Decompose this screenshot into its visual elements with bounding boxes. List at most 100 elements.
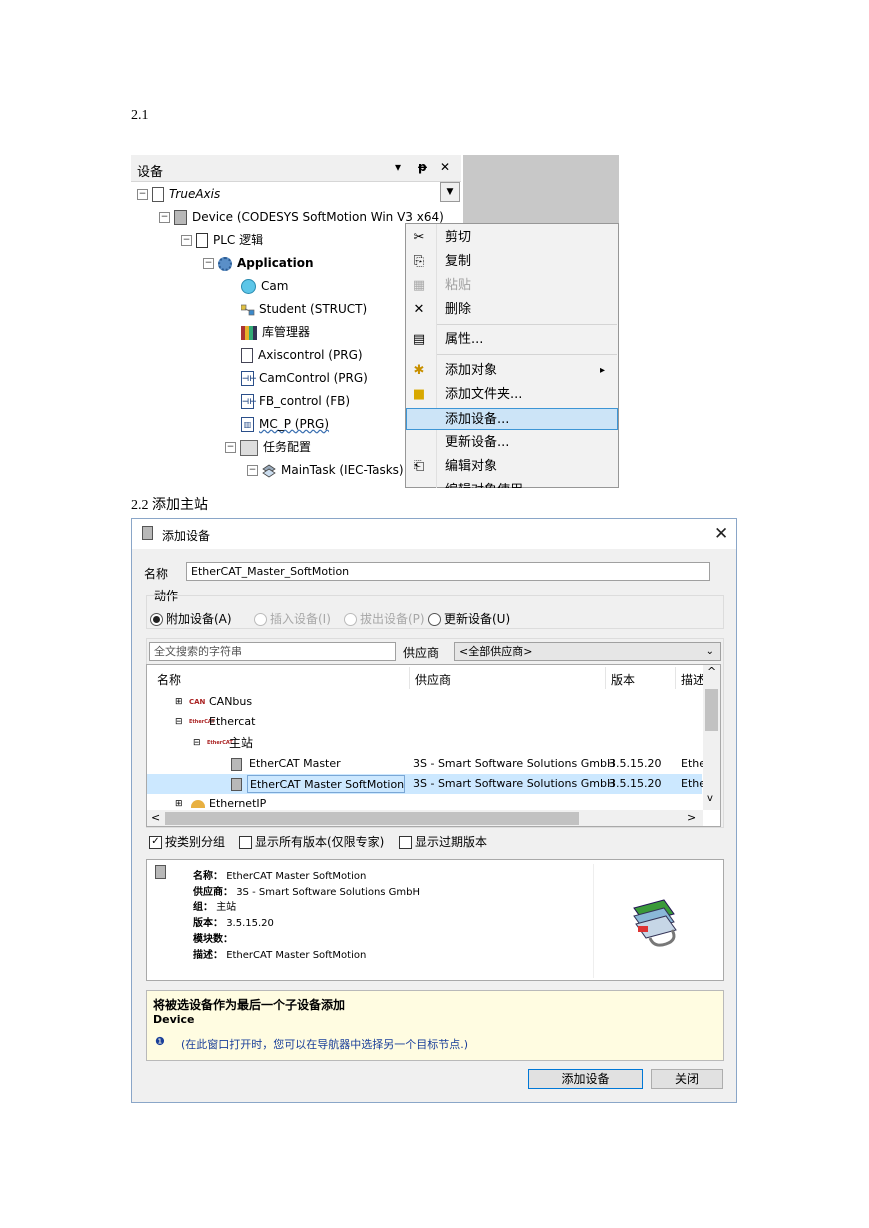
- checkbox-group-by-category[interactable]: ✓ 按类别分组: [149, 833, 225, 850]
- checkbox-show-outdated[interactable]: 显示过期版本: [399, 833, 487, 850]
- note-device: Device: [153, 1013, 195, 1026]
- close-button[interactable]: 关闭: [651, 1069, 723, 1089]
- context-menu: ✂ 剪切 ⎘ 复制 ▦ 粘贴 ✕ 删除 ▤ 属性... ✱ 添加对象 ▸ ■ 添加文件夹... …: [405, 223, 619, 488]
- device-list: 名称 供应商 版本 描述 ⊞ CAN CANbus ⊟ EtherCAT Eth…: [146, 664, 721, 827]
- note-title: 将被选设备作为最后一个子设备添加: [153, 998, 346, 1012]
- tree-node-task-config[interactable]: − 任务配置: [225, 437, 311, 457]
- radio-append-device[interactable]: 附加设备(A): [150, 610, 232, 627]
- copy-icon: ⎘: [413, 254, 425, 269]
- info-modules: 模块数：: [193, 934, 233, 945]
- device-panel-screenshot: 设备 ▾ ᵽ ✕ ▼ − TrueAxis − Device (CODESYS So…: [131, 155, 619, 488]
- menu-item-delete[interactable]: ✕ 删除: [406, 299, 618, 321]
- add-object-icon: ✱: [413, 363, 425, 378]
- menu-item-update-device[interactable]: 更新设备...: [406, 432, 618, 454]
- list-item-ethercat-master[interactable]: EtherCAT Master 3S - Smart Software Solu…: [147, 754, 706, 774]
- list-vertical-scrollbar[interactable]: ^ v: [703, 665, 720, 810]
- list-item-canbus[interactable]: ⊞ CAN CANbus: [147, 692, 702, 712]
- column-header-vendor[interactable]: 供应商: [415, 671, 451, 688]
- paste-icon: ▦: [412, 278, 426, 293]
- heading-2-1: 2.1: [131, 108, 149, 123]
- info-description: 描述： EtherCAT Master SoftMotion: [193, 950, 367, 961]
- heading-2-2: 2.2 添加主站: [131, 498, 208, 513]
- scissors-icon: ✂: [413, 230, 425, 245]
- info-version: 版本： 3.5.15.20: [193, 918, 274, 929]
- device-preview-image: [593, 864, 712, 978]
- task-icon: [262, 464, 276, 478]
- dialog-title: 添加设备: [162, 529, 211, 543]
- tree-node-device[interactable]: − Device (CODESYS SoftMotion Win V3 x64): [159, 207, 444, 227]
- list-item-ethercat-master-softmotion[interactable]: EtherCAT Master SoftMotion 3S - Smart So…: [147, 774, 706, 794]
- edit-object-icon: ⎗: [413, 459, 425, 474]
- column-header-name[interactable]: 名称: [157, 671, 181, 688]
- tree-node-library-manager[interactable]: 库管理器: [241, 322, 310, 342]
- info-icon: ❶: [155, 1035, 165, 1048]
- folder-icon: ■: [412, 387, 426, 402]
- checkbox-show-all-versions[interactable]: 显示所有版本(仅限专家): [239, 833, 384, 850]
- device-icon: [142, 526, 153, 540]
- device-icon: [231, 758, 242, 771]
- info-vendor: 供应商： 3S - Smart Software Solutions GmbH: [193, 887, 421, 898]
- tree-node-plc-logic[interactable]: − PLC 逻辑: [181, 230, 263, 250]
- ethernetip-icon: [191, 800, 205, 808]
- note-panel: 将被选设备作为最后一个子设备添加 Device ❶ (在此窗口打开时，您可以在导…: [146, 990, 724, 1061]
- library-books-icon: [241, 325, 257, 340]
- add-device-dialog: 添加设备 ✕ 名称 EtherCAT_Master_SoftMotion 动作 …: [131, 518, 737, 1103]
- tree-node-camcontrol[interactable]: ⊣⊢ CamControl (PRG): [241, 368, 368, 388]
- menu-item-properties[interactable]: ▤ 属性...: [406, 329, 618, 351]
- column-header-description[interactable]: 描述: [681, 671, 705, 688]
- panel-scroll-down-icon[interactable]: ▼: [440, 182, 460, 202]
- fulltext-search-input[interactable]: 全文搜索的字符串: [149, 642, 396, 661]
- menu-item-edit-object-with[interactable]: 编辑对象使用...: [406, 480, 618, 488]
- tree-node-trueaxis[interactable]: − TrueAxis: [137, 184, 220, 204]
- tree-node-mc-p[interactable]: ▥ MC_P (PRG): [241, 414, 329, 434]
- plc-logic-icon: [196, 233, 208, 248]
- device-info-panel: 名称： EtherCAT Master SoftMotion 供应商： 3S -…: [146, 859, 724, 981]
- radio-plug-device[interactable]: 拔出设备(P): [344, 610, 425, 627]
- device-icon: [155, 865, 166, 879]
- tree-node-axiscontrol[interactable]: Axiscontrol (PRG): [241, 345, 363, 365]
- program-ld-icon: ⊣⊢: [241, 371, 257, 386]
- menu-item-add-folder[interactable]: ■ 添加文件夹...: [406, 384, 618, 406]
- struct-icon: [240, 303, 255, 316]
- name-label: 名称: [144, 567, 169, 581]
- dialog-titlebar: 添加设备 ✕: [132, 519, 736, 549]
- tree-node-maintask[interactable]: − MainTask (IEC-Tasks): [247, 460, 404, 480]
- panel-pin-icon[interactable]: ᵽ: [418, 160, 427, 174]
- function-block-icon: ⊣⊢: [241, 394, 257, 409]
- list-item-master-group[interactable]: ⊟ EtherCAT 主站: [147, 733, 702, 753]
- add-device-button[interactable]: 添加设备: [528, 1069, 643, 1089]
- menu-item-paste[interactable]: ▦ 粘贴: [406, 275, 618, 297]
- panel-close-icon[interactable]: ✕: [440, 160, 450, 174]
- list-item-ethercat[interactable]: ⊟ EtherCAT Ethercat: [147, 712, 702, 732]
- menu-item-add-device[interactable]: 添加设备...: [406, 408, 618, 430]
- chevron-down-icon: ⌄: [705, 646, 714, 657]
- application-gear-icon: [218, 256, 232, 271]
- project-icon: [152, 187, 164, 202]
- tree-node-student[interactable]: Student (STRUCT): [240, 299, 367, 319]
- tree-node-fb-control[interactable]: ⊣⊢ FB_control (FB): [241, 391, 350, 411]
- radio-insert-device[interactable]: 插入设备(I): [254, 610, 331, 627]
- menu-item-add-object[interactable]: ✱ 添加对象 ▸: [406, 360, 618, 382]
- device-icon: [174, 210, 187, 225]
- device-icon: [231, 778, 242, 791]
- task-config-icon: [240, 439, 258, 456]
- menu-item-edit-object[interactable]: ⎗ 编辑对象: [406, 456, 618, 478]
- list-horizontal-scrollbar[interactable]: < >: [147, 810, 703, 826]
- menu-item-copy[interactable]: ⎘ 复制: [406, 251, 618, 273]
- tree-node-application[interactable]: − Application: [203, 253, 314, 273]
- program-sfc-icon: ▥: [241, 417, 254, 432]
- vendor-select[interactable]: <全部供应商> ⌄: [454, 642, 721, 661]
- dialog-close-icon[interactable]: ✕: [714, 524, 728, 544]
- panel-titlebar: 设备 ▾ ᵽ ✕: [131, 155, 461, 182]
- panel-dropdown-icon[interactable]: ▾: [395, 160, 401, 174]
- device-name-input[interactable]: EtherCAT_Master_SoftMotion: [186, 562, 710, 581]
- column-header-version[interactable]: 版本: [611, 671, 635, 688]
- menu-item-cut[interactable]: ✂ 剪切: [406, 227, 618, 249]
- tree-node-cam[interactable]: Cam: [241, 276, 288, 296]
- note-hint: (在此窗口打开时，您可以在导航器中选择另一个目标节点.): [181, 1038, 469, 1051]
- properties-icon: ▤: [412, 332, 426, 347]
- info-name: 名称： EtherCAT Master SoftMotion: [193, 871, 367, 882]
- cam-icon: [241, 279, 256, 294]
- radio-update-device[interactable]: 更新设备(U): [428, 610, 510, 627]
- panel-title: 设备: [137, 165, 164, 180]
